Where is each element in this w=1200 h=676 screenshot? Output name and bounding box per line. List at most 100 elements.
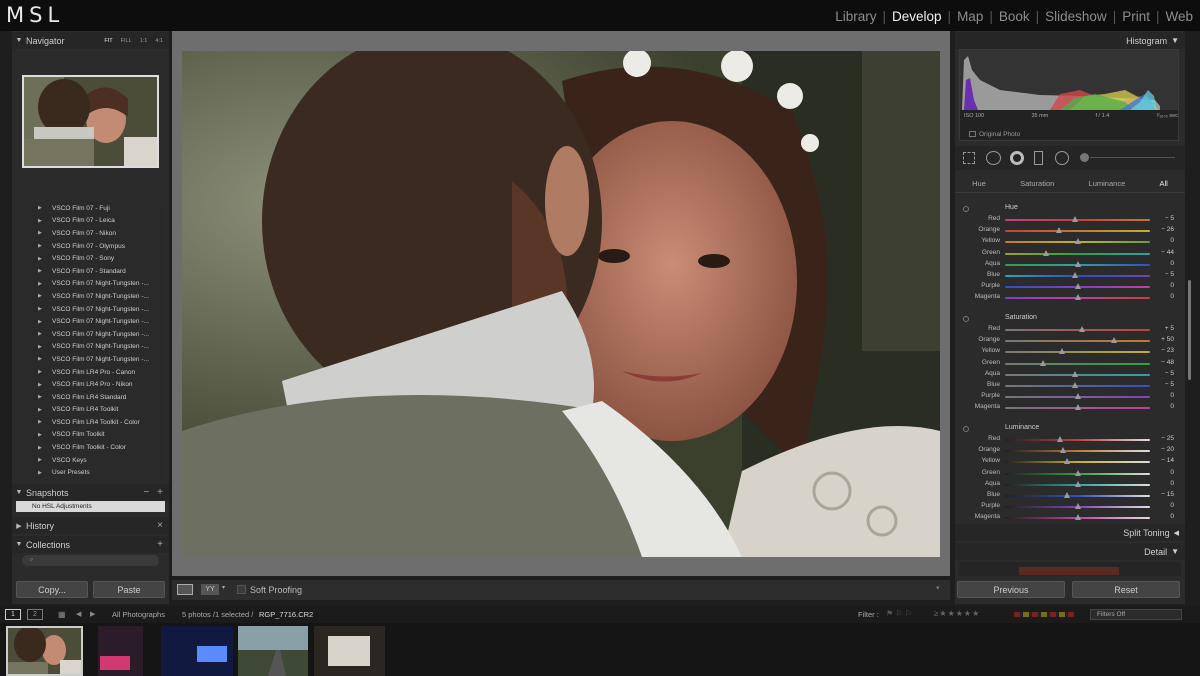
collections-header[interactable]: ▼ Collections + — [12, 536, 169, 553]
slider-thumb[interactable] — [1078, 326, 1085, 332]
slider-hue-purple[interactable]: Purple 0 — [955, 281, 1185, 292]
previous-button[interactable]: Previous — [957, 581, 1065, 598]
slider-hue-aqua[interactable]: Aqua 0 — [955, 259, 1185, 270]
history-header[interactable]: ▶ History × — [12, 517, 169, 534]
slider-thumb[interactable] — [1074, 238, 1081, 245]
module-book[interactable]: Book — [996, 9, 1033, 24]
slider-thumb[interactable] — [1039, 359, 1046, 366]
right-panel-scrollbar[interactable] — [1188, 280, 1191, 380]
slider-saturation-blue[interactable]: Blue − 5 — [955, 380, 1185, 391]
slider-value[interactable]: 0 — [1154, 237, 1174, 244]
slider-value[interactable]: − 5 — [1154, 370, 1174, 377]
slider-value[interactable]: − 14 — [1154, 457, 1174, 464]
split-toning-header[interactable]: Split Toning ◀ — [955, 524, 1185, 541]
adjustment-brush-icon[interactable] — [1080, 153, 1089, 162]
hsl-tab-luminance[interactable]: Luminance — [1089, 179, 1126, 188]
filmstrip-thumb[interactable] — [314, 626, 385, 676]
zoom-option-fit[interactable]: FIT — [104, 38, 112, 44]
target-adjust-icon[interactable] — [963, 206, 969, 212]
slider-thumb[interactable] — [1058, 348, 1065, 355]
slider-thumb[interactable] — [1074, 514, 1081, 521]
add-collection-button[interactable]: + — [157, 539, 169, 550]
window-1-button[interactable]: 1 — [5, 609, 21, 620]
window-2-button[interactable]: 2 — [27, 609, 43, 620]
slider-thumb[interactable] — [1060, 447, 1066, 454]
dropdown-arrow-icon[interactable]: ▾ — [222, 584, 225, 591]
preset-folder[interactable]: ▶ VSCO Film LR4 Pro - Canon — [16, 366, 165, 379]
slider-value[interactable]: + 5 — [1154, 325, 1174, 332]
zoom-option-4-1[interactable]: 4:1 — [155, 38, 163, 44]
slider-thumb[interactable] — [1071, 216, 1078, 222]
before-after-icon[interactable]: YY — [201, 584, 219, 595]
soft-proofing-checkbox[interactable] — [237, 585, 246, 594]
slider-luminance-red[interactable]: Red − 25 — [955, 434, 1185, 445]
slider-thumb[interactable] — [1074, 393, 1081, 400]
flag-filter-icons[interactable]: ⚑ ⚐ ⚐ — [886, 609, 912, 618]
slider-luminance-magenta[interactable]: Magenta 0 — [955, 512, 1185, 523]
slider-thumb[interactable] — [1071, 382, 1078, 388]
slider-luminance-blue[interactable]: Blue − 15 — [955, 490, 1185, 501]
preset-folder[interactable]: ▶ VSCO Film LR4 Standard — [16, 391, 165, 404]
target-adjust-icon[interactable] — [963, 316, 969, 322]
slider-value[interactable]: 0 — [1154, 260, 1174, 267]
slider-thumb[interactable] — [1074, 480, 1081, 487]
red-eye-icon[interactable] — [1010, 151, 1024, 165]
brush-slider-track[interactable] — [1090, 157, 1175, 158]
slider-value[interactable]: − 5 — [1154, 215, 1174, 222]
slider-hue-red[interactable]: Red − 5 — [955, 214, 1185, 225]
slider-luminance-orange[interactable]: Orange − 20 — [955, 445, 1185, 456]
slider-thumb[interactable] — [1074, 404, 1081, 411]
slider-thumb[interactable] — [1074, 260, 1081, 267]
slider-value[interactable]: 0 — [1154, 282, 1174, 289]
slider-track[interactable] — [1005, 252, 1150, 255]
slider-value[interactable]: − 23 — [1154, 347, 1174, 354]
preset-folder[interactable]: ▶ User Presets — [16, 466, 165, 479]
slider-saturation-aqua[interactable]: Aqua − 5 — [955, 369, 1185, 380]
slider-luminance-aqua[interactable]: Aqua 0 — [955, 479, 1185, 490]
toolbar-menu-arrow-icon[interactable]: ▾ — [936, 584, 940, 592]
slider-track[interactable] — [1005, 362, 1150, 365]
slider-track[interactable] — [1005, 230, 1150, 233]
slider-thumb[interactable] — [1110, 337, 1117, 344]
preset-folder[interactable]: ▶ VSCO Film 07 - Nikon — [16, 227, 165, 240]
slider-thumb[interactable] — [1074, 294, 1081, 301]
preset-folder[interactable]: ▶ VSCO Film 07 Night-Tungsten -... — [16, 278, 165, 291]
filmstrip-thumb[interactable] — [238, 626, 308, 676]
module-library[interactable]: Library — [832, 9, 879, 24]
preset-folder[interactable]: ▶ VSCO Film 07 - Leica — [16, 215, 165, 228]
slider-track[interactable] — [1005, 340, 1150, 343]
slider-hue-magenta[interactable]: Magenta 0 — [955, 292, 1185, 303]
slider-thumb[interactable] — [1071, 272, 1078, 278]
slider-value[interactable]: − 15 — [1154, 491, 1174, 498]
loupe-view-icon[interactable] — [177, 584, 193, 595]
slider-thumb[interactable] — [1064, 458, 1071, 465]
hsl-tab-all[interactable]: All — [1159, 179, 1167, 188]
slider-saturation-purple[interactable]: Purple 0 — [955, 391, 1185, 402]
graduated-filter-icon[interactable] — [1034, 151, 1043, 165]
preset-folder[interactable]: ▶ VSCO Film Toolkit — [16, 429, 165, 442]
add-snapshot-button[interactable]: + — [157, 487, 163, 498]
preset-folder[interactable]: ▶ VSCO Film 07 Night-Tungsten -... — [16, 303, 165, 316]
filename-label[interactable]: RGP_7716.CR2 — [259, 610, 313, 619]
snapshot-item[interactable]: No HSL Adjustments — [16, 501, 165, 512]
preset-folder[interactable]: ▶ VSCO Film Toolkit - Color — [16, 441, 165, 454]
slider-value[interactable]: 0 — [1154, 513, 1174, 520]
slider-saturation-yellow[interactable]: Yellow − 23 — [955, 346, 1185, 357]
slider-thumb[interactable] — [1042, 249, 1049, 256]
preset-folder[interactable]: ▶ VSCO Film 07 - Fuji — [16, 202, 165, 215]
slider-thumb[interactable] — [1064, 492, 1071, 498]
slider-value[interactable]: 0 — [1154, 392, 1174, 399]
collections-search-input[interactable]: ⌕ — [22, 555, 159, 566]
crop-icon[interactable] — [963, 152, 975, 164]
module-develop[interactable]: Develop — [889, 9, 945, 24]
snapshots-header[interactable]: ▼ Snapshots − + — [12, 484, 169, 501]
slider-value[interactable]: − 5 — [1154, 271, 1174, 278]
preset-folder[interactable]: ▶ VSCO Film 07 - Sony — [16, 252, 165, 265]
slider-track[interactable] — [1005, 439, 1150, 441]
slider-value[interactable]: − 20 — [1154, 446, 1174, 453]
paste-button[interactable]: Paste — [93, 581, 165, 598]
slider-value[interactable]: − 5 — [1154, 381, 1174, 388]
preset-folder[interactable]: ▶ VSCO Film LR4 Pro - Nikon — [16, 378, 165, 391]
filter-presets-select[interactable]: Filters Off — [1090, 609, 1182, 620]
filmstrip-thumb[interactable] — [161, 626, 233, 676]
